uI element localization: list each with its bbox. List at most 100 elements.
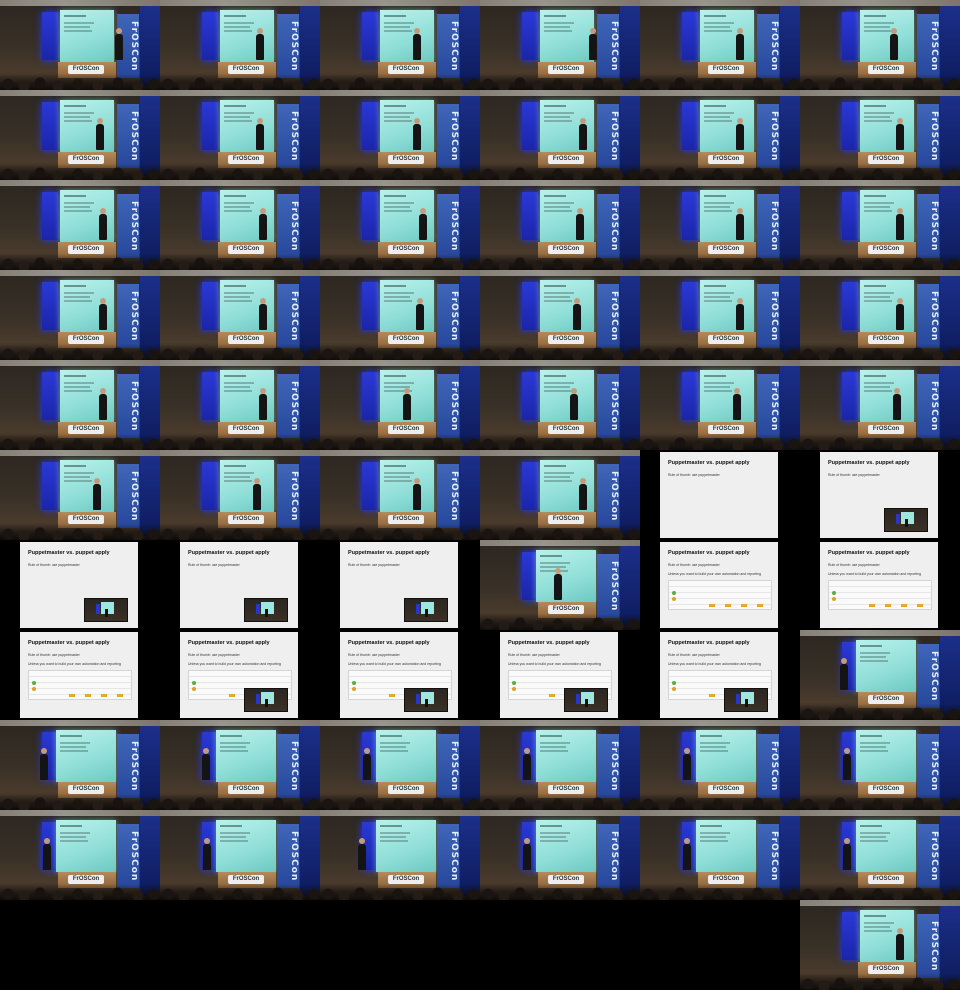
video-frame-thumbnail[interactable]: FrOSCon FrOSCon — [800, 0, 960, 90]
video-frame-thumbnail[interactable]: "How do we use inventory and EC2 metadat… — [0, 900, 160, 990]
video-frame-thumbnail[interactable]: FrOSCon FrOSCon — [160, 720, 320, 810]
screen-text-line — [384, 480, 412, 482]
screen-text-line — [704, 26, 730, 28]
screen-text-line — [700, 836, 726, 838]
speaker-figure — [253, 478, 261, 510]
video-frame-thumbnail[interactable]: FrOSCon FrOSCon — [640, 810, 800, 900]
video-frame-thumbnail[interactable]: Puppetmaster vs. puppet apply Rule of thu… — [640, 450, 800, 540]
screen-text-line — [224, 472, 254, 474]
video-frame-thumbnail[interactable]: "How do we use inventory and EC2 metadat… — [320, 900, 480, 990]
video-frame-thumbnail[interactable]: FrOSCon FrOSCon — [320, 810, 480, 900]
screen-text-line — [860, 645, 882, 647]
screen-text-line — [864, 195, 886, 197]
video-frame-thumbnail[interactable]: "How do we use inventory and EC2 metadat… — [160, 900, 320, 990]
video-frame-thumbnail[interactable]: FrOSCon FrOSCon — [640, 720, 800, 810]
ceiling-light — [0, 270, 160, 276]
video-frame-thumbnail[interactable]: "How do we use inventory and EC2 metadat… — [480, 900, 640, 990]
video-frame-thumbnail[interactable]: FrOSCon FrOSCon — [800, 90, 960, 180]
video-frame-thumbnail[interactable]: FrOSCon FrOSCon — [320, 450, 480, 540]
video-frame-thumbnail[interactable]: Puppetmaster vs. puppet apply Rule of thu… — [0, 630, 160, 720]
audience-heads — [160, 254, 320, 270]
video-frame-thumbnail[interactable]: FrOSCon FrOSCon — [480, 90, 640, 180]
video-frame-thumbnail[interactable]: FrOSCon FrOSCon — [0, 270, 160, 360]
video-frame-thumbnail[interactable]: FrOSCon FrOSCon — [320, 360, 480, 450]
audience-heads — [0, 434, 160, 450]
video-frame-thumbnail[interactable]: FrOSCon FrOSCon — [800, 360, 960, 450]
video-frame-thumbnail[interactable]: FrOSCon FrOSCon — [800, 720, 960, 810]
audience-heads — [800, 884, 960, 900]
video-frame-thumbnail[interactable]: FrOSCon FrOSCon — [480, 450, 640, 540]
video-frame-thumbnail[interactable]: FrOSCon FrOSCon — [800, 270, 960, 360]
video-frame-thumbnail[interactable]: FrOSCon FrOSCon — [480, 0, 640, 90]
video-frame-thumbnail[interactable]: Puppetmaster vs. puppet apply Rule of thu… — [640, 630, 800, 720]
screen-text-line — [860, 750, 888, 752]
video-frame-thumbnail[interactable]: FrOSCon FrOSCon — [0, 360, 160, 450]
speaker-figure — [40, 748, 48, 780]
video-frame-thumbnail[interactable]: FrOSCon FrOSCon — [0, 450, 160, 540]
froscon-banner: FrOSCon — [277, 464, 299, 528]
screen-text-line — [864, 926, 890, 928]
audience-heads — [480, 524, 640, 540]
video-frame-thumbnail[interactable]: FrOSCon FrOSCon — [800, 630, 960, 720]
video-frame-thumbnail[interactable]: FrOSCon FrOSCon — [0, 90, 160, 180]
video-frame-thumbnail[interactable]: FrOSCon FrOSCon — [320, 270, 480, 360]
video-frame-thumbnail[interactable]: FrOSCon FrOSCon — [640, 270, 800, 360]
video-frame-thumbnail[interactable]: FrOSCon FrOSCon — [0, 810, 160, 900]
video-frame-thumbnail[interactable]: FrOSCon FrOSCon — [800, 900, 960, 990]
video-frame-thumbnail[interactable]: FrOSCon FrOSCon — [480, 810, 640, 900]
video-frame-thumbnail[interactable]: FrOSCon FrOSCon — [640, 360, 800, 450]
audience-heads — [640, 254, 800, 270]
video-frame-thumbnail[interactable]: Puppetmaster vs. puppet apply Rule of thu… — [320, 630, 480, 720]
video-frame-thumbnail[interactable]: FrOSCon FrOSCon — [0, 720, 160, 810]
video-frame-thumbnail[interactable]: FrOSCon FrOSCon — [160, 450, 320, 540]
video-frame-thumbnail[interactable]: FrOSCon FrOSCon — [640, 0, 800, 90]
screen-text-line — [224, 465, 246, 467]
stage-blue-light — [842, 102, 858, 150]
video-frame-thumbnail[interactable]: FrOSCon FrOSCon — [480, 360, 640, 450]
ceiling-light — [320, 270, 480, 276]
video-frame-thumbnail[interactable]: FrOSCon FrOSCon — [320, 90, 480, 180]
video-frame-thumbnail[interactable]: FrOSCon FrOSCon — [480, 180, 640, 270]
video-frame-thumbnail[interactable]: FrOSCon FrOSCon — [640, 180, 800, 270]
video-frame-thumbnail[interactable]: FrOSCon FrOSCon — [480, 270, 640, 360]
video-frame-thumbnail[interactable]: Puppetmaster vs. puppet apply Rule of thu… — [480, 630, 640, 720]
video-frame-thumbnail[interactable]: Puppetmaster vs. puppet apply Rule of thu… — [0, 540, 160, 630]
froscon-banner: FrOSCon — [437, 824, 459, 888]
screen-text-line — [704, 120, 732, 122]
video-frame-thumbnail[interactable]: FrOSCon FrOSCon — [160, 270, 320, 360]
lectern-logo: FrOSCon — [868, 65, 904, 74]
audience-heads — [320, 884, 480, 900]
video-frame-thumbnail[interactable]: FrOSCon FrOSCon — [800, 810, 960, 900]
status-dot-green — [832, 591, 836, 595]
screen-text-line — [224, 202, 254, 204]
lectern-logo: FrOSCon — [548, 335, 584, 344]
video-frame-thumbnail[interactable]: Puppetmaster vs. puppet apply Rule of thu… — [800, 450, 960, 540]
video-frame-thumbnail[interactable]: "How do we use inventory and EC2 metadat… — [640, 900, 800, 990]
video-frame-thumbnail[interactable]: Puppetmaster vs. puppet apply Rule of thu… — [160, 540, 320, 630]
video-frame-thumbnail[interactable]: FrOSCon FrOSCon — [320, 720, 480, 810]
video-frame-thumbnail[interactable]: FrOSCon FrOSCon — [160, 90, 320, 180]
video-frame-thumbnail[interactable]: Puppetmaster vs. puppet apply Rule of thu… — [640, 540, 800, 630]
video-frame-thumbnail[interactable]: FrOSCon FrOSCon — [0, 0, 160, 90]
video-frame-thumbnail[interactable]: FrOSCon FrOSCon — [160, 0, 320, 90]
stage-blue-light — [362, 462, 378, 510]
audience-heads — [480, 434, 640, 450]
projection-screen — [540, 190, 594, 242]
video-frame-thumbnail[interactable]: Puppetmaster vs. puppet apply Rule of thu… — [320, 540, 480, 630]
video-frame-thumbnail[interactable]: FrOSCon FrOSCon — [320, 0, 480, 90]
ceiling-light — [480, 270, 640, 276]
video-frame-thumbnail[interactable]: FrOSCon FrOSCon — [160, 810, 320, 900]
video-frame-thumbnail[interactable]: FrOSCon FrOSCon — [640, 90, 800, 180]
froscon-banner: FrOSCon — [757, 824, 779, 888]
video-frame-thumbnail[interactable]: FrOSCon FrOSCon — [480, 720, 640, 810]
speaker-figure — [523, 748, 531, 780]
stage-blue-light — [842, 912, 858, 960]
video-frame-thumbnail[interactable]: FrOSCon FrOSCon — [800, 180, 960, 270]
video-frame-thumbnail[interactable]: Puppetmaster vs. puppet apply Rule of thu… — [160, 630, 320, 720]
video-frame-thumbnail[interactable]: FrOSCon FrOSCon — [0, 180, 160, 270]
video-frame-thumbnail[interactable]: FrOSCon FrOSCon — [160, 180, 320, 270]
video-frame-thumbnail[interactable]: FrOSCon FrOSCon — [320, 180, 480, 270]
video-frame-thumbnail[interactable]: FrOSCon FrOSCon — [480, 540, 640, 630]
video-frame-thumbnail[interactable]: Puppetmaster vs. puppet apply Rule of thu… — [800, 540, 960, 630]
video-frame-thumbnail[interactable]: FrOSCon FrOSCon — [160, 360, 320, 450]
